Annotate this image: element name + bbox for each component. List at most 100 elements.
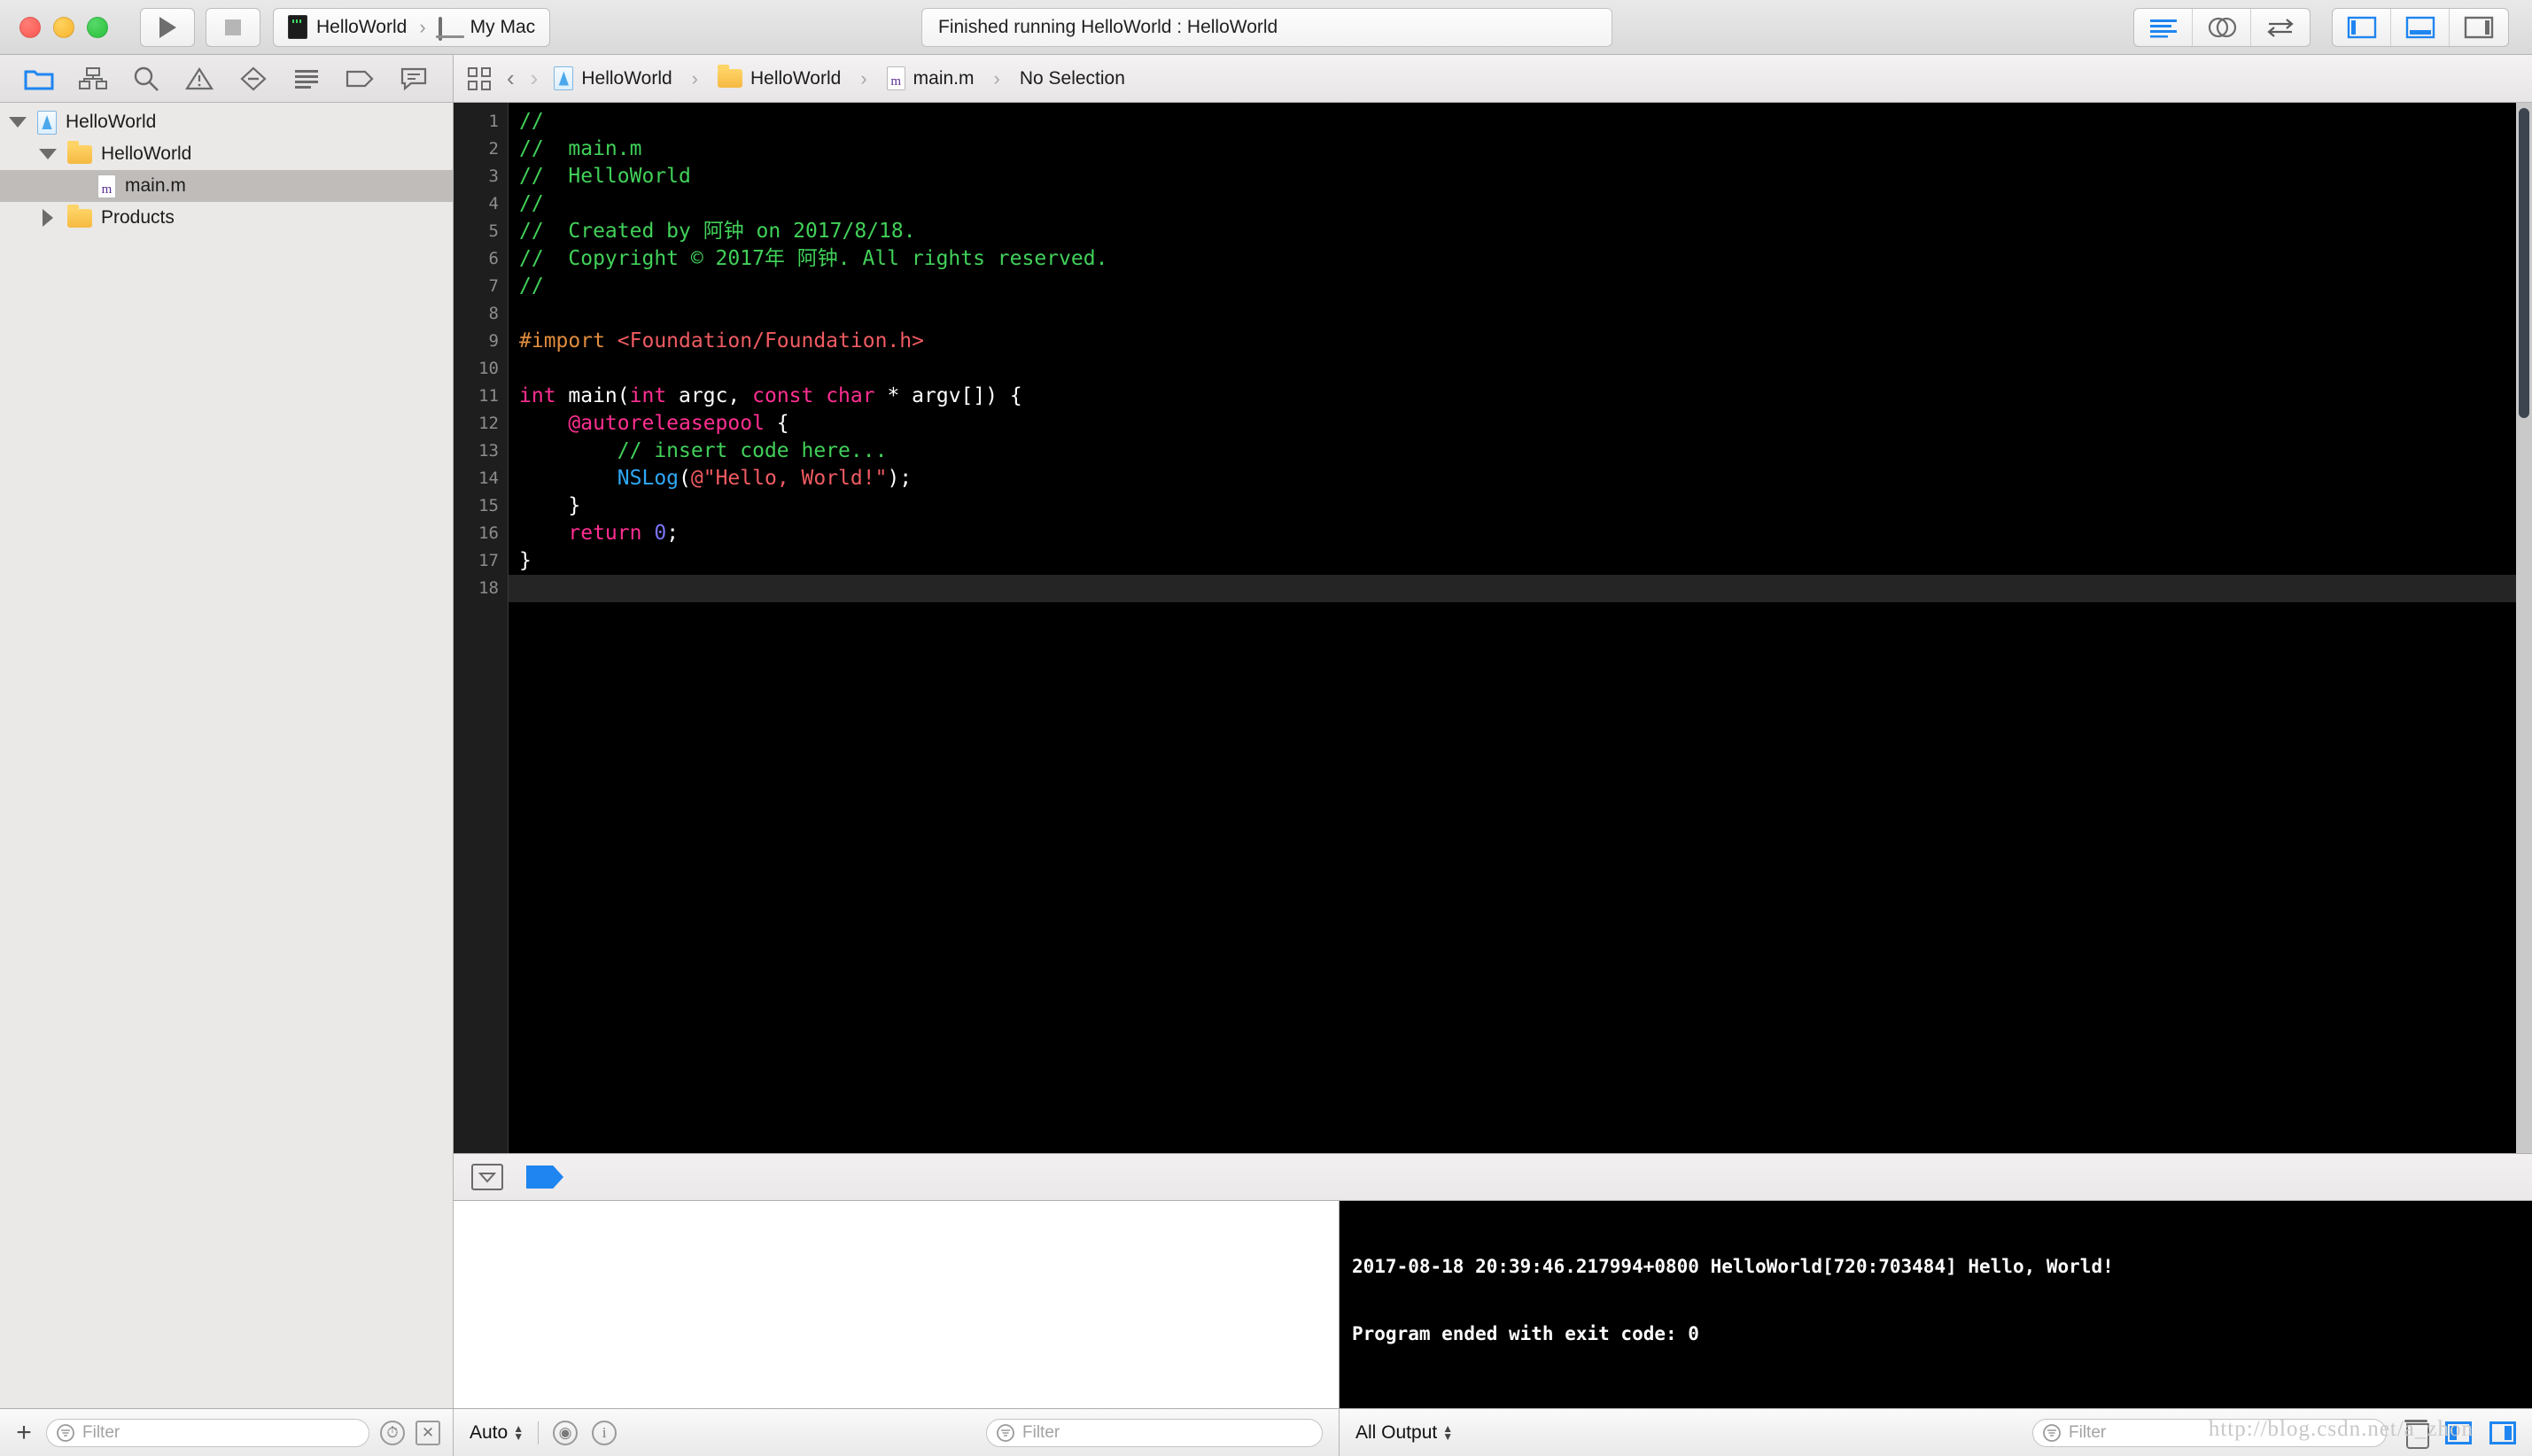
show-console-view-icon[interactable]	[2489, 1421, 2516, 1444]
code-line[interactable]	[509, 300, 2532, 328]
project-navigator-icon	[24, 70, 54, 90]
hide-debug-area-button[interactable]	[471, 1164, 503, 1190]
debug-bar	[454, 1153, 2532, 1201]
navigator-filter-field[interactable]: Filter	[46, 1418, 369, 1447]
code-line[interactable]: // main.m	[509, 136, 2532, 163]
breadcrumb-selection[interactable]: No Selection	[1020, 68, 1125, 89]
project-navigator-tab[interactable]	[19, 61, 58, 97]
code-token: (	[679, 467, 691, 490]
tree-row-products[interactable]: Products	[0, 202, 453, 234]
disclosure-triangle-group[interactable]	[37, 149, 58, 159]
code-token: return	[568, 522, 655, 545]
code-line[interactable]: //	[509, 273, 2532, 300]
editor-scrollbar[interactable]	[2516, 103, 2532, 1153]
line-number: 10	[478, 359, 499, 378]
code-content[interactable]: // // main.m // HelloWorld // // Created by …	[509, 103, 2532, 1153]
find-navigator-tab[interactable]	[127, 61, 166, 97]
code-line[interactable]: // Copyright © 2017年 阿钟. All rights rese…	[509, 245, 2532, 273]
report-navigator-tab[interactable]	[394, 61, 433, 97]
add-file-button[interactable]: +	[12, 1419, 35, 1446]
navigator-footer: + Filter ⏱ ✕	[0, 1409, 454, 1456]
breadcrumb-separator: ›	[691, 66, 698, 89]
version-editor-icon	[2267, 18, 2294, 37]
debug-navigator-tab[interactable]	[287, 61, 326, 97]
code-line[interactable]: int main(int argc, const char * argv[]) …	[509, 383, 2532, 410]
code-line[interactable]: // HelloWorld	[509, 163, 2532, 190]
code-line[interactable]: return 0;	[509, 520, 2532, 547]
source-control-filter-icon[interactable]: ✕	[416, 1420, 440, 1445]
code-line[interactable]: @autoreleasepool {	[509, 410, 2532, 438]
variables-scope-label: Auto	[470, 1421, 509, 1443]
code-token: //	[519, 192, 544, 215]
code-line[interactable]	[509, 575, 2532, 602]
project-icon	[288, 15, 307, 39]
utilities-toggle-button[interactable]	[2450, 9, 2508, 46]
recent-files-icon[interactable]: ⏱	[380, 1420, 405, 1445]
breadcrumb-file[interactable]: m main.m	[886, 66, 975, 90]
tree-row-main-m[interactable]: m main.m	[0, 170, 453, 202]
disclosure-triangle-project[interactable]	[7, 117, 28, 128]
standard-editor-button[interactable]	[2134, 8, 2193, 46]
folder-icon	[718, 65, 742, 88]
minimize-button[interactable]	[53, 16, 74, 38]
breadcrumb-group[interactable]: HelloWorld	[718, 65, 841, 89]
close-button[interactable]	[19, 16, 41, 38]
tree-row-group[interactable]: HelloWorld	[0, 138, 453, 170]
back-button[interactable]: ‹	[507, 65, 515, 92]
variables-scope-popup[interactable]: Auto ▲ ▼	[470, 1422, 524, 1444]
breakpoint-toggle-button[interactable]	[526, 1166, 563, 1189]
tree-row-project[interactable]: HelloWorld	[0, 106, 453, 138]
show-disclosure-icon[interactable]: ◉	[553, 1420, 579, 1445]
code-line[interactable]: }	[509, 547, 2532, 575]
code-line[interactable]: //	[509, 108, 2532, 136]
breadcrumb-project[interactable]: HelloWorld	[554, 66, 672, 90]
code-token: @"Hello, World!"	[690, 467, 888, 490]
console-scope-label: All Output	[1355, 1421, 1438, 1443]
code-line[interactable]: // Created by 阿钟 on 2017/8/18.	[509, 218, 2532, 245]
window-toolbar: HelloWorld › My Mac Finished running Hel…	[0, 0, 2532, 55]
editor-scrollbar-thumb[interactable]	[2519, 108, 2529, 418]
issue-navigator-tab[interactable]	[180, 61, 219, 97]
code-line[interactable]	[509, 355, 2532, 383]
code-line[interactable]: NSLog(@"Hello, World!");	[509, 465, 2532, 492]
stop-button[interactable]	[206, 7, 260, 47]
version-editor-button[interactable]	[2251, 9, 2310, 46]
test-navigator-tab[interactable]	[234, 61, 273, 97]
test-navigator-icon	[240, 66, 267, 90]
code-line[interactable]: #import <Foundation/Foundation.h>	[509, 328, 2532, 355]
navigator-tab-bar	[0, 55, 453, 103]
code-line[interactable]: // insert code here...	[509, 438, 2532, 465]
clear-console-icon[interactable]	[2404, 1419, 2429, 1449]
code-token: <Foundation/Foundation.h>	[617, 329, 924, 352]
show-variables-view-icon[interactable]	[2445, 1421, 2472, 1444]
editor-mode-segmented	[2133, 7, 2311, 47]
navigator-toggle-button[interactable]	[2333, 8, 2391, 46]
scheme-selector[interactable]: HelloWorld › My Mac	[273, 7, 551, 47]
symbol-navigator-tab[interactable]	[74, 61, 113, 97]
forward-button[interactable]: ›	[531, 65, 539, 92]
console-line: Program ended with exit code: 0	[1352, 1323, 1699, 1344]
source-editor[interactable]: 1 2 3 4 5 6 7 8 9 10 11 12 13 14 15 16 17 18 //// main.m /…	[454, 103, 2532, 1153]
disclosure-triangle-products[interactable]	[37, 209, 58, 227]
variables-view[interactable]	[454, 1201, 1340, 1408]
breadcrumb-label-file: main.m	[913, 67, 975, 89]
variables-filter-field[interactable]: Filter	[986, 1418, 1323, 1447]
code-line[interactable]: }	[509, 492, 2532, 520]
console-view[interactable]: 2017-08-18 20:39:46.217994+0800 HelloWor…	[1340, 1201, 2532, 1408]
code-line[interactable]: //	[509, 190, 2532, 218]
debug-area-toggle-button[interactable]	[2391, 8, 2450, 46]
breakpoint-navigator-tab[interactable]	[340, 61, 379, 97]
console-filter-field[interactable]: Filter	[2032, 1418, 2387, 1447]
console-scope-popup[interactable]: All Output ▲ ▼	[1355, 1422, 1453, 1444]
related-items-icon[interactable]	[468, 66, 491, 90]
run-button[interactable]	[140, 7, 195, 47]
zoom-button[interactable]	[87, 16, 108, 38]
line-number: 9	[488, 331, 499, 351]
code-token: // Created by 阿钟 on 2017/8/18.	[519, 220, 916, 243]
info-icon[interactable]: i	[592, 1420, 617, 1445]
assistant-editor-button[interactable]	[2193, 8, 2251, 46]
objc-file-icon: m	[886, 66, 905, 90]
run-stop-group	[140, 7, 260, 47]
